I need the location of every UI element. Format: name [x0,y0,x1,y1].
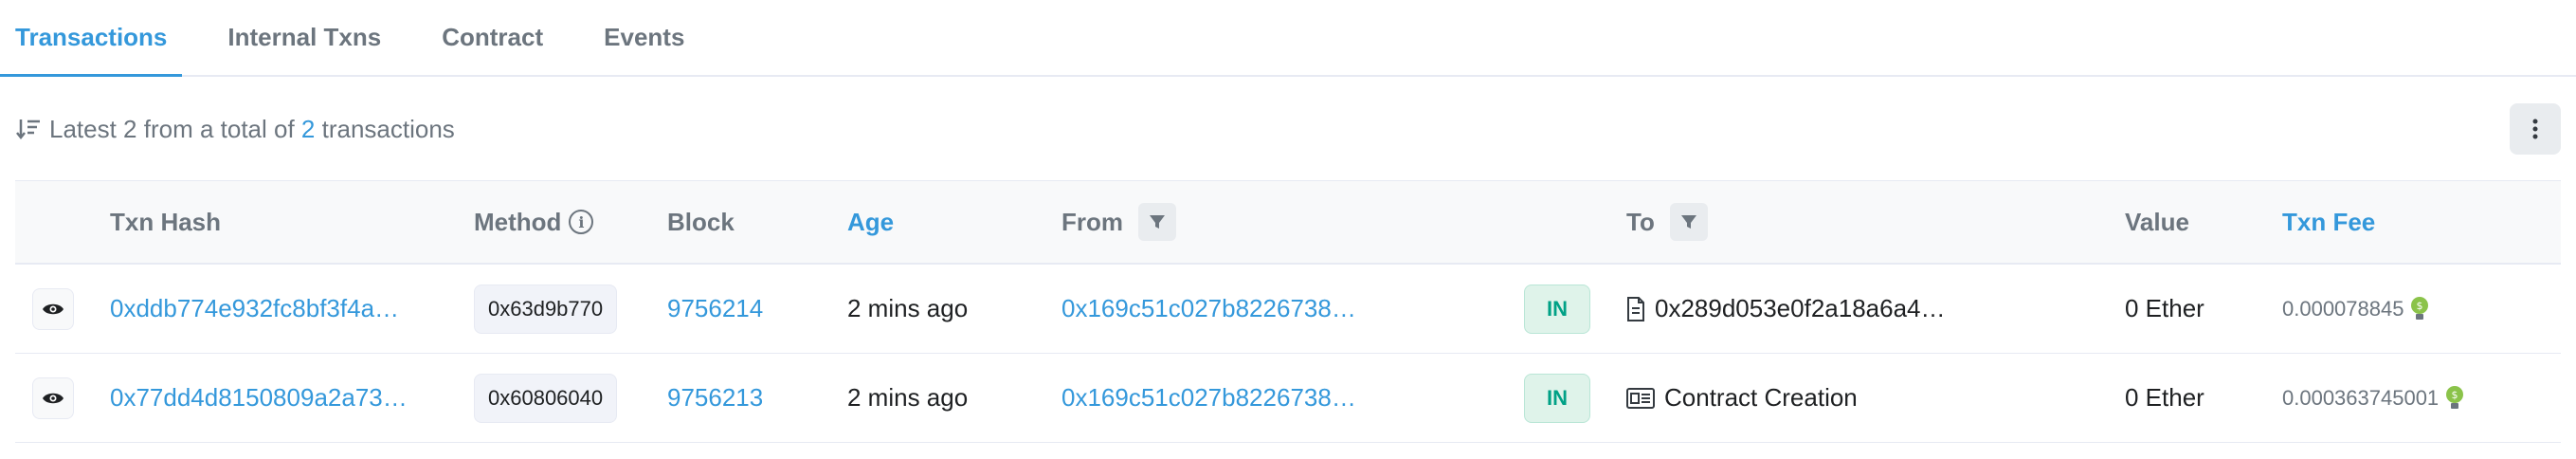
method-badge: 0x63d9b770 [474,284,618,334]
tab-contract[interactable]: Contract [426,0,558,75]
col-txn-hash: Txn Hash [110,207,222,236]
to-filter-button[interactable] [1669,203,1708,241]
col-to-label: To [1626,207,1655,236]
age-text: 2 mins ago [847,383,969,412]
col-block: Block [667,207,735,236]
transactions-panel: Transactions Internal Txns Contract Even… [0,0,2576,459]
gas-lightbulb-icon[interactable]: $ [2409,296,2430,322]
direction-badge: IN [1524,373,1590,423]
txn-hash-link[interactable]: 0x77dd4d8150809a2a73… [110,383,408,413]
info-icon[interactable]: i [569,210,594,234]
sort-descending-icon [16,119,40,140]
tab-transactions[interactable]: Transactions [0,0,183,77]
summary-text: Latest 2 from a total of 2 transactions [49,114,455,143]
value-text: 0 Ether [2125,294,2204,322]
col-txn-fee[interactable]: Txn Fee [2282,181,2375,263]
tab-bar: Transactions Internal Txns Contract Even… [0,0,2576,77]
svg-text:$: $ [2417,300,2423,312]
vertical-dots-icon [2532,119,2538,139]
block-link[interactable]: 9756214 [667,294,763,323]
from-address-link[interactable]: 0x169c51c027b8226738… [1061,383,1356,413]
col-to: To [1626,181,1708,263]
eye-icon [43,393,63,403]
tab-internal-txns[interactable]: Internal Txns [212,0,396,75]
from-address-link[interactable]: 0x169c51c027b8226738… [1061,294,1356,323]
col-value: Value [2125,207,2189,236]
table-header: Txn Hash Method i Block Age From To Valu… [15,180,2561,265]
transactions-summary: Latest 2 from a total of 2 transactions [0,77,2576,181]
document-icon [1627,296,1644,321]
contract-creation-icon [1626,387,1655,409]
table-row: 0xddb774e932fc8bf3f4a… 0x63d9b770 975621… [15,265,2561,354]
table-row: 0x77dd4d8150809a2a73… 0x60806040 9756213… [15,354,2561,443]
view-details-button[interactable] [32,376,74,419]
total-count[interactable]: 2 [301,115,315,143]
filter-icon [1680,215,1696,229]
more-options-button[interactable] [2510,103,2561,155]
contract-creation-text: Contract Creation [1664,383,1858,412]
method-badge: 0x60806040 [474,373,618,423]
col-method: Method i [474,181,594,263]
block-link[interactable]: 9756213 [667,383,763,413]
eye-icon [43,303,63,314]
col-from: From [1061,181,1176,263]
from-filter-button[interactable] [1138,203,1176,241]
view-details-button[interactable] [32,287,74,330]
to-address[interactable]: 0x289d053e0f2a18a6a4… [1655,294,1946,323]
col-from-label: From [1061,207,1123,236]
transactions-table: Txn Hash Method i Block Age From To Valu… [15,180,2561,443]
age-text: 2 mins ago [847,294,969,322]
value-text: 0 Ether [2125,383,2204,412]
filter-icon [1150,215,1165,229]
svg-text:$: $ [2452,389,2458,401]
gas-lightbulb-icon[interactable]: $ [2444,385,2465,412]
col-age[interactable]: Age [847,181,894,263]
col-method-label: Method [474,207,562,236]
txn-fee-text: 0.000363745001 [2282,385,2440,410]
tab-events[interactable]: Events [589,0,699,75]
txn-fee-text: 0.000078845 [2282,296,2404,321]
txn-hash-link[interactable]: 0xddb774e932fc8bf3f4a… [110,294,399,323]
direction-badge: IN [1524,284,1590,334]
